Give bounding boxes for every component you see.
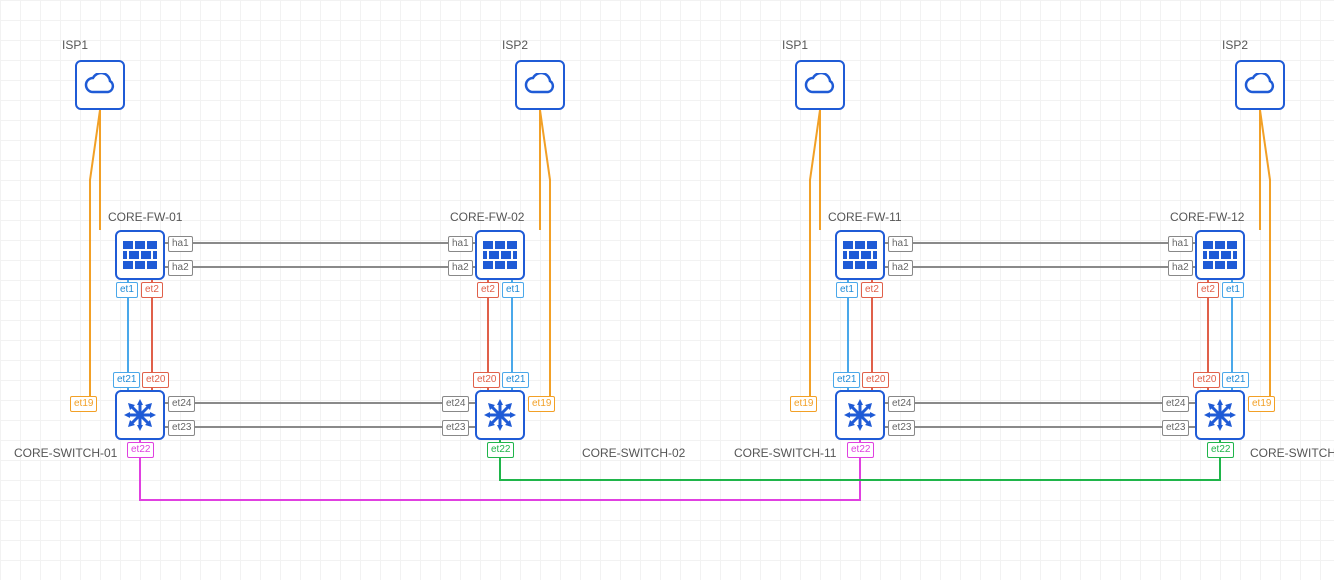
port-et19[interactable]: et19 <box>70 396 97 412</box>
port-et2[interactable]: et2 <box>1197 282 1219 298</box>
port-et2[interactable]: et2 <box>861 282 883 298</box>
cloud-node-isp2-a[interactable] <box>515 60 565 110</box>
port-et24[interactable]: et24 <box>168 396 195 412</box>
port-et20[interactable]: et20 <box>473 372 500 388</box>
port-et20[interactable]: et20 <box>1193 372 1220 388</box>
port-et21[interactable]: et21 <box>113 372 140 388</box>
fw-label: CORE-FW-11 <box>828 210 902 224</box>
firewall-icon <box>123 241 157 269</box>
port-ha2[interactable]: ha2 <box>168 260 193 276</box>
firewall-icon <box>483 241 517 269</box>
port-et22[interactable]: et22 <box>847 442 874 458</box>
cloud-node-isp1-b[interactable] <box>795 60 845 110</box>
port-et21[interactable]: et21 <box>1222 372 1249 388</box>
firewall-icon <box>1203 241 1237 269</box>
cloud-icon <box>523 73 557 97</box>
isp-label: ISP2 <box>502 38 528 52</box>
port-et24[interactable]: et24 <box>442 396 469 412</box>
port-et2[interactable]: et2 <box>141 282 163 298</box>
port-ha1[interactable]: ha1 <box>1168 236 1193 252</box>
switch-icon <box>1203 398 1237 432</box>
switch-node-sw12[interactable] <box>1195 390 1245 440</box>
fw-label: CORE-FW-01 <box>108 210 182 224</box>
isp-label: ISP1 <box>62 38 88 52</box>
port-ha2[interactable]: ha2 <box>888 260 913 276</box>
port-et1[interactable]: et1 <box>502 282 524 298</box>
port-et21[interactable]: et21 <box>502 372 529 388</box>
switch-icon <box>483 398 517 432</box>
firewall-node-fw02[interactable] <box>475 230 525 280</box>
firewall-icon <box>843 241 877 269</box>
fw-label: CORE-FW-12 <box>1170 210 1244 224</box>
links-layer <box>0 0 1334 580</box>
port-ha1[interactable]: ha1 <box>888 236 913 252</box>
port-et1[interactable]: et1 <box>116 282 138 298</box>
port-et19[interactable]: et19 <box>790 396 817 412</box>
port-et2[interactable]: et2 <box>477 282 499 298</box>
cloud-icon <box>1243 73 1277 97</box>
sw-label: CORE-SWITCH-12 <box>1250 446 1334 460</box>
port-et23[interactable]: et23 <box>1162 420 1189 436</box>
switch-node-sw01[interactable] <box>115 390 165 440</box>
isp-label: ISP2 <box>1222 38 1248 52</box>
cloud-node-isp1-a[interactable] <box>75 60 125 110</box>
port-ha1[interactable]: ha1 <box>448 236 473 252</box>
port-et20[interactable]: et20 <box>142 372 169 388</box>
diagram-canvas[interactable]: ISP1 ISP2 CORE-FW-01 ha1 ha2 et1 et2 COR… <box>0 0 1334 580</box>
firewall-node-fw12[interactable] <box>1195 230 1245 280</box>
port-et20[interactable]: et20 <box>862 372 889 388</box>
cloud-icon <box>803 73 837 97</box>
switch-node-sw02[interactable] <box>475 390 525 440</box>
port-et24[interactable]: et24 <box>1162 396 1189 412</box>
port-et23[interactable]: et23 <box>442 420 469 436</box>
sw-label: CORE-SWITCH-02 <box>582 446 685 460</box>
switch-icon <box>843 398 877 432</box>
isp-label: ISP1 <box>782 38 808 52</box>
port-ha2[interactable]: ha2 <box>1168 260 1193 276</box>
fw-label: CORE-FW-02 <box>450 210 524 224</box>
port-et22[interactable]: et22 <box>127 442 154 458</box>
port-et1[interactable]: et1 <box>836 282 858 298</box>
port-ha2[interactable]: ha2 <box>448 260 473 276</box>
firewall-node-fw11[interactable] <box>835 230 885 280</box>
switch-node-sw11[interactable] <box>835 390 885 440</box>
cloud-node-isp2-b[interactable] <box>1235 60 1285 110</box>
port-et1[interactable]: et1 <box>1222 282 1244 298</box>
port-et19[interactable]: et19 <box>528 396 555 412</box>
port-et22[interactable]: et22 <box>487 442 514 458</box>
port-ha1[interactable]: ha1 <box>168 236 193 252</box>
port-et22[interactable]: et22 <box>1207 442 1234 458</box>
switch-icon <box>123 398 157 432</box>
port-et23[interactable]: et23 <box>888 420 915 436</box>
port-et21[interactable]: et21 <box>833 372 860 388</box>
port-et24[interactable]: et24 <box>888 396 915 412</box>
sw-label: CORE-SWITCH-11 <box>734 446 836 460</box>
port-et19[interactable]: et19 <box>1248 396 1275 412</box>
sw-label: CORE-SWITCH-01 <box>14 446 117 460</box>
firewall-node-fw01[interactable] <box>115 230 165 280</box>
port-et23[interactable]: et23 <box>168 420 195 436</box>
cloud-icon <box>83 73 117 97</box>
